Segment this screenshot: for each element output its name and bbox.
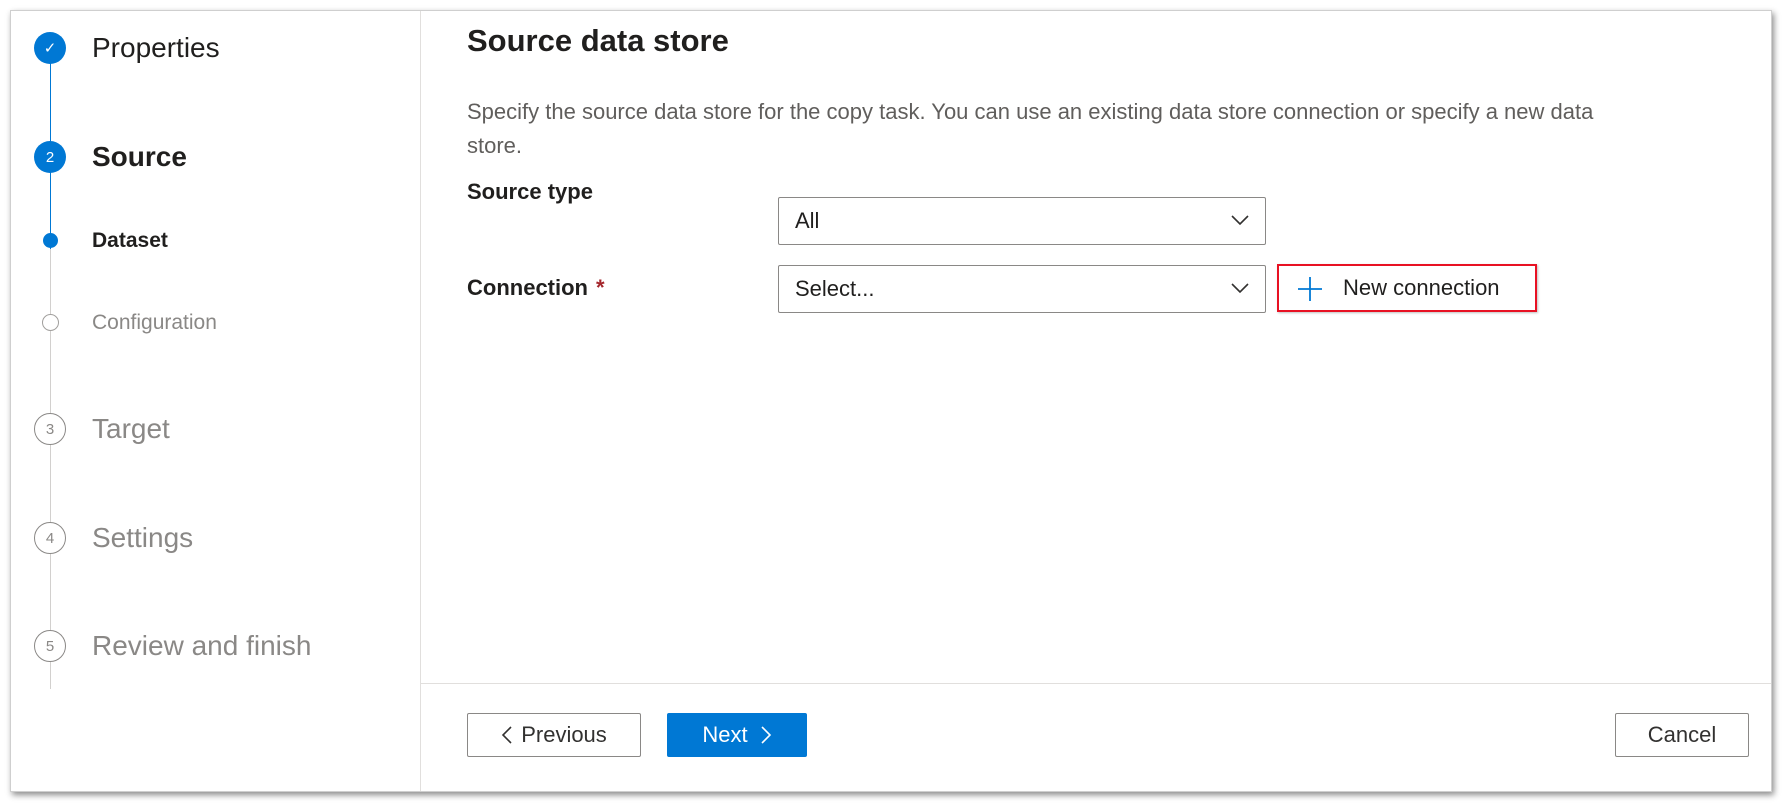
connection-dropdown[interactable]: Select... [778, 265, 1266, 313]
new-connection-label: New connection [1343, 275, 1500, 300]
next-label: Next [702, 722, 748, 747]
connection-value: Select... [795, 276, 875, 301]
step-properties[interactable]: ✓ Properties [11, 28, 411, 68]
substep-dataset[interactable]: Dataset [11, 221, 411, 261]
current-substep-dot-icon [43, 233, 58, 248]
previous-button[interactable]: Previous [467, 713, 641, 757]
connection-label: Connection * [467, 275, 605, 301]
step-settings[interactable]: 4 Settings [11, 518, 411, 558]
source-type-value: All [795, 208, 820, 233]
chevron-left-icon [502, 726, 512, 744]
page-title: Source data store [467, 23, 729, 58]
next-button[interactable]: Next [667, 713, 807, 757]
new-connection-button[interactable]: New connection [1277, 264, 1537, 312]
step-number-badge: 2 [34, 141, 66, 173]
pending-substep-circle-icon [42, 314, 59, 331]
source-type-dropdown[interactable]: All [778, 197, 1266, 245]
step-source[interactable]: 2 Source [11, 137, 411, 177]
step-label: Target [92, 413, 170, 444]
step-label: Settings [92, 522, 194, 553]
cancel-button[interactable]: Cancel [1615, 713, 1749, 757]
step-label: Source [92, 141, 187, 172]
step-number-badge: 3 [34, 413, 66, 445]
step-review-and-finish[interactable]: 5 Review and finish [11, 626, 411, 666]
footer-divider [421, 683, 1771, 684]
wizard-steps-rail: ✓ Properties 2 Source Dataset Configurat… [11, 11, 421, 791]
step-label: Properties [92, 32, 220, 63]
step-number-badge: 4 [34, 522, 66, 554]
plus-icon [1298, 277, 1322, 301]
copy-wizard-window: ✓ Properties 2 Source Dataset Configurat… [10, 10, 1772, 792]
page-description: Specify the source data store for the co… [467, 99, 1594, 158]
main-panel: Source data store Specify the source dat… [421, 11, 1771, 791]
chevron-right-icon [761, 726, 771, 744]
substep-configuration[interactable]: Configuration [11, 303, 411, 343]
check-icon: ✓ [34, 32, 66, 64]
step-number-badge: 5 [34, 630, 66, 662]
cancel-label: Cancel [1647, 722, 1717, 747]
chevron-down-icon [1231, 283, 1249, 294]
step-target[interactable]: 3 Target [11, 409, 411, 449]
previous-label: Previous [521, 722, 607, 747]
chevron-down-icon [1231, 215, 1249, 226]
source-type-label: Source type [467, 179, 593, 204]
required-marker: * [596, 275, 605, 300]
step-label: Configuration [92, 311, 217, 334]
step-label: Review and finish [92, 630, 312, 661]
step-label: Dataset [92, 229, 168, 252]
connection-label-text: Connection [467, 275, 588, 300]
